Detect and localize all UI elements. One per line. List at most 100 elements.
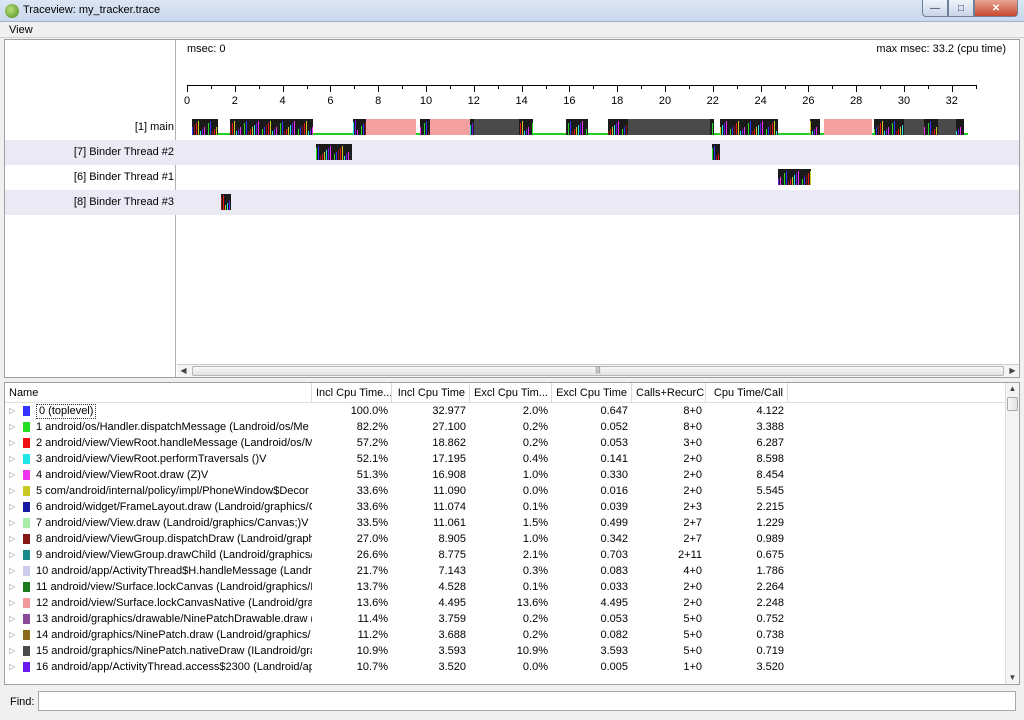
ruler-tick-label: 14 xyxy=(515,95,528,107)
expand-arrow-icon[interactable]: ▷ xyxy=(9,467,19,483)
expand-arrow-icon[interactable]: ▷ xyxy=(9,563,19,579)
column-header-calls[interactable]: Calls+RecurC... xyxy=(632,383,706,403)
incl-cpu-cell: 7.143 xyxy=(438,565,466,577)
table-row[interactable]: ▷ 2 android/view/ViewRoot.handleMessage (… xyxy=(5,435,1005,451)
scroll-thumb[interactable]: ||| xyxy=(192,366,1004,376)
column-header-name[interactable]: Name xyxy=(5,383,312,403)
scroll-down-icon[interactable]: ▼ xyxy=(1006,672,1019,684)
activity-segment xyxy=(286,129,287,135)
column-header-incl-cpu[interactable]: Incl Cpu Time xyxy=(392,383,470,403)
expand-arrow-icon[interactable]: ▷ xyxy=(9,531,19,547)
method-name: 13 android/graphics/drawable/NinePatchDr… xyxy=(36,613,312,625)
calls-cell: 4+0 xyxy=(683,565,702,577)
table-row[interactable]: ▷ 1 android/os/Handler.dispatchMessage (L… xyxy=(5,419,1005,435)
column-header-excl-cpu[interactable]: Excl Cpu Time xyxy=(552,383,632,403)
expand-arrow-icon[interactable]: ▷ xyxy=(9,403,19,419)
expand-arrow-icon[interactable]: ▷ xyxy=(9,515,19,531)
thread-row-binder-3[interactable]: [8] Binder Thread #3 xyxy=(5,190,1019,215)
table-row[interactable]: ▷ 0 (toplevel) 100.0% 32.977 2.0% 0.647 8+0 4.1… xyxy=(5,403,1005,419)
expand-arrow-icon[interactable]: ▷ xyxy=(9,659,19,675)
close-button[interactable]: ✕ xyxy=(974,0,1018,17)
menu-view[interactable]: View xyxy=(9,24,33,36)
android-icon xyxy=(5,4,19,18)
thread-row-binder-1[interactable]: [6] Binder Thread #1 xyxy=(5,165,1019,190)
name-cell: ▷ 6 android/widget/FrameLayout.draw (Land… xyxy=(5,499,312,515)
timeline-horizontal-scrollbar[interactable]: ◀ ||| ▶ xyxy=(177,364,1019,377)
minimize-button[interactable]: — xyxy=(922,0,948,17)
excl-cpu-pct-cell: 1.0% xyxy=(522,533,548,545)
expand-arrow-icon[interactable]: ▷ xyxy=(9,435,19,451)
table-row[interactable]: ▷ 10 android/app/ActivityThread$H.handleM… xyxy=(5,563,1005,579)
activity-segment xyxy=(200,131,201,135)
find-input[interactable] xyxy=(38,691,1016,711)
column-header-incl-cpu-pct[interactable]: Incl Cpu Time... xyxy=(312,383,392,403)
expand-arrow-icon[interactable]: ▷ xyxy=(9,579,19,595)
incl-cpu-pct-cell: 11.4% xyxy=(357,613,388,625)
table-vertical-scrollbar[interactable]: ▲ ▼ xyxy=(1005,383,1019,684)
thread-row-binder-2[interactable]: [7] Binder Thread #2 xyxy=(5,140,1019,165)
scroll-thumb[interactable] xyxy=(1007,397,1018,411)
table-row[interactable]: ▷ 16 android/app/ActivityThread.access$23… xyxy=(5,659,1005,675)
expand-arrow-icon[interactable]: ▷ xyxy=(9,499,19,515)
ruler-tick xyxy=(234,86,236,92)
table-row[interactable]: ▷ 12 android/view/Surface.lockCanvasNativ… xyxy=(5,595,1005,611)
color-swatch xyxy=(23,630,30,640)
scroll-up-icon[interactable]: ▲ xyxy=(1006,383,1019,395)
activity-segment xyxy=(252,127,253,135)
thread-lane[interactable] xyxy=(188,165,1018,190)
activity-segment xyxy=(744,127,745,135)
thread-label: [8] Binder Thread #3 xyxy=(73,196,174,208)
expand-arrow-icon[interactable]: ▷ xyxy=(9,595,19,611)
maximize-button[interactable]: □ xyxy=(948,0,974,17)
expand-arrow-icon[interactable]: ▷ xyxy=(9,419,19,435)
thread-lane[interactable] xyxy=(188,190,1018,215)
activity-segment xyxy=(816,127,817,135)
thread-lane[interactable] xyxy=(188,115,1018,140)
incl-cpu-cell: 8.905 xyxy=(438,533,466,545)
table-row[interactable]: ▷ 6 android/widget/FrameLayout.draw (Land… xyxy=(5,499,1005,515)
table-row[interactable]: ▷ 8 android/view/ViewGroup.dispatchDraw (… xyxy=(5,531,1005,547)
excl-cpu-pct-cell: 2.1% xyxy=(522,549,548,561)
activity-segment xyxy=(355,120,356,135)
name-cell: ▷ 3 android/view/ViewRoot.performTraversa… xyxy=(5,451,312,467)
ruler-tick-label: 32 xyxy=(945,95,958,107)
table-row[interactable]: ▷ 11 android/view/Surface.lockCanvas (Lan… xyxy=(5,579,1005,595)
scroll-left-icon[interactable]: ◀ xyxy=(177,365,190,377)
name-cell: ▷ 16 android/app/ActivityThread.access$23… xyxy=(5,659,312,675)
activity-segment xyxy=(736,123,737,135)
expand-arrow-icon[interactable]: ▷ xyxy=(9,451,19,467)
activity-segment xyxy=(580,123,581,135)
table-row[interactable]: ▷ 9 android/view/ViewGroup.drawChild (Lan… xyxy=(5,547,1005,563)
color-swatch xyxy=(23,422,30,432)
table-row[interactable]: ▷ 14 android/graphics/NinePatch.draw (Lan… xyxy=(5,627,1005,643)
thread-lane[interactable] xyxy=(188,140,1018,165)
expand-arrow-icon[interactable]: ▷ xyxy=(9,627,19,643)
expand-arrow-icon[interactable]: ▷ xyxy=(9,547,19,563)
thread-row-main[interactable]: [1] main xyxy=(5,115,1019,140)
method-name: 3 android/view/ViewRoot.performTraversal… xyxy=(36,453,267,465)
activity-segment xyxy=(928,123,929,135)
activity-segment xyxy=(880,123,881,135)
table-row[interactable]: ▷ 15 android/graphics/NinePatch.nativeDra… xyxy=(5,643,1005,659)
table-row[interactable]: ▷ 3 android/view/ViewRoot.performTraversa… xyxy=(5,451,1005,467)
table-row[interactable]: ▷ 4 android/view/ViewRoot.draw (Z)V 51.3% 1… xyxy=(5,467,1005,483)
activity-segment xyxy=(225,205,226,210)
expand-arrow-icon[interactable]: ▷ xyxy=(9,643,19,659)
activity-segment xyxy=(282,121,283,135)
expand-arrow-icon[interactable]: ▷ xyxy=(9,483,19,499)
column-header-cpu-per-call[interactable]: Cpu Time/Call xyxy=(706,383,788,403)
column-header-excl-cpu-pct[interactable]: Excl Cpu Tim... xyxy=(470,383,552,403)
activity-segment xyxy=(712,123,713,135)
table-row[interactable]: ▷ 5 com/android/internal/policy/impl/Phon… xyxy=(5,483,1005,499)
incl-cpu-cell: 27.100 xyxy=(432,421,466,433)
activity-segment xyxy=(227,203,228,210)
scroll-right-icon[interactable]: ▶ xyxy=(1006,365,1019,377)
activity-segment xyxy=(298,129,299,135)
activity-segment xyxy=(726,121,727,135)
activity-segment xyxy=(756,127,757,135)
activity-segment xyxy=(322,154,323,160)
expand-arrow-icon[interactable]: ▷ xyxy=(9,611,19,627)
activity-segment xyxy=(754,129,755,135)
table-row[interactable]: ▷ 7 android/view/View.draw (Landroid/grap… xyxy=(5,515,1005,531)
table-row[interactable]: ▷ 13 android/graphics/drawable/NinePatchD… xyxy=(5,611,1005,627)
